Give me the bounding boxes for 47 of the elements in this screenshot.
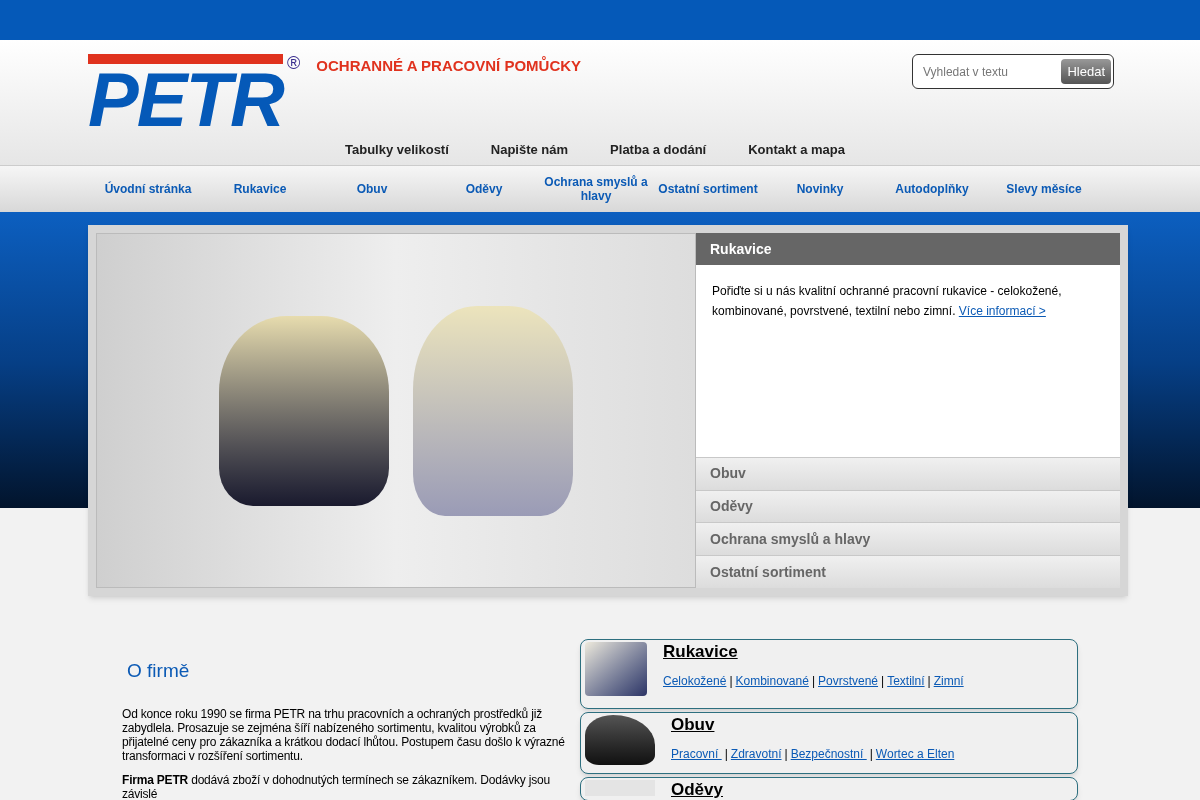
section-heading: O firmě <box>127 659 191 683</box>
separator: | <box>810 673 816 690</box>
subcategory-link[interactable]: Pracovní <box>671 745 722 763</box>
main-nav-link[interactable]: Novinky <box>764 182 876 196</box>
separator: | <box>926 673 932 690</box>
separator: | <box>880 673 886 690</box>
accordion-tab[interactable]: Obuv <box>696 456 1120 490</box>
search-button[interactable]: Hledat <box>1061 59 1111 84</box>
subcategory-link[interactable]: Textilní <box>887 672 925 690</box>
category-description: Pořiďte si u nás kvalitní ochranné pracovní rukavice - celokožené, kombinované, povrstvené, textilní nebo zimní. Více informací > <box>711 283 1063 320</box>
main-nav-link[interactable]: Úvodní stránka <box>92 182 204 196</box>
main-nav-link[interactable]: Oděvy <box>428 182 540 196</box>
top-nav-link[interactable]: Kontakt a mapa <box>727 140 866 160</box>
tagline: OCHRANNÉ A PRACOVNÍ POMŮCKY <box>316 55 582 76</box>
separator: | <box>783 746 789 763</box>
accordion-tab[interactable]: Ochrana smyslů a hlavy <box>696 522 1120 556</box>
search-field[interactable]: Vyhledat v textu Hledat <box>912 54 1114 89</box>
about-paragraph: Od konce roku 1990 se firma PETR na trhu pracovních a ochraných prostředků již zabydlela. Prosazuje se zejména šíří nabízeného sortimentu, kvalitou výrobků za přijatelné ceny pro zákazníka a krátkou dodací lhůtou. Postupem času došlo k výrazné transformaci v rozšíření sortimentu. <box>122 707 566 763</box>
subcategory-link[interactable]: Bezpečnostní <box>790 745 867 763</box>
subcategory-link[interactable]: Kombinované <box>735 672 809 690</box>
about-paragraph: Firma PETR dodává zboží v dohodnutých termínech se zákazníkem. Dodávky jsou závislé <box>122 773 551 800</box>
separator: | <box>868 746 874 763</box>
top-nav-link[interactable]: Napište nám <box>469 140 590 160</box>
main-nav-link[interactable]: Rukavice <box>204 182 316 196</box>
top-nav-link[interactable]: Platba a dodání <box>589 140 728 160</box>
accordion-tab[interactable]: Rukavice <box>696 233 1120 265</box>
accordion-tab[interactable]: Oděvy <box>696 489 1120 523</box>
category-title-link[interactable]: Obuv <box>671 715 715 735</box>
main-nav-link[interactable]: Slevy měsíce <box>988 182 1100 196</box>
subcategory-link[interactable]: Povrstvené <box>818 672 879 690</box>
category-title-link[interactable]: Oděvy <box>671 780 723 800</box>
separator: | <box>728 673 734 690</box>
top-nav-link[interactable]: Tabulky velikostí <box>324 140 470 160</box>
main-nav-link[interactable]: Ostatní sortiment <box>652 182 764 196</box>
separator: | <box>723 746 729 763</box>
main-nav-link[interactable]: Ochrana smyslů a hlavy <box>540 175 652 203</box>
accordion-tab[interactable]: Ostatní sortiment <box>696 555 1120 588</box>
subcategory-link[interactable]: Celokožené <box>663 672 727 690</box>
category-title-link[interactable]: Rukavice <box>663 642 738 662</box>
registered-mark: ® <box>287 52 301 75</box>
subcategory-link[interactable]: Wortec a Elten <box>875 745 955 763</box>
logo[interactable]: PETR <box>88 54 284 136</box>
main-nav-link[interactable]: Obuv <box>316 182 428 196</box>
more-info-link[interactable]: Více informací > <box>958 304 1046 318</box>
main-nav-link[interactable]: Autodoplňky <box>876 182 988 196</box>
subcategory-link[interactable]: Zimní <box>933 672 964 690</box>
subcategory-link[interactable]: Zdravotní <box>730 745 782 763</box>
